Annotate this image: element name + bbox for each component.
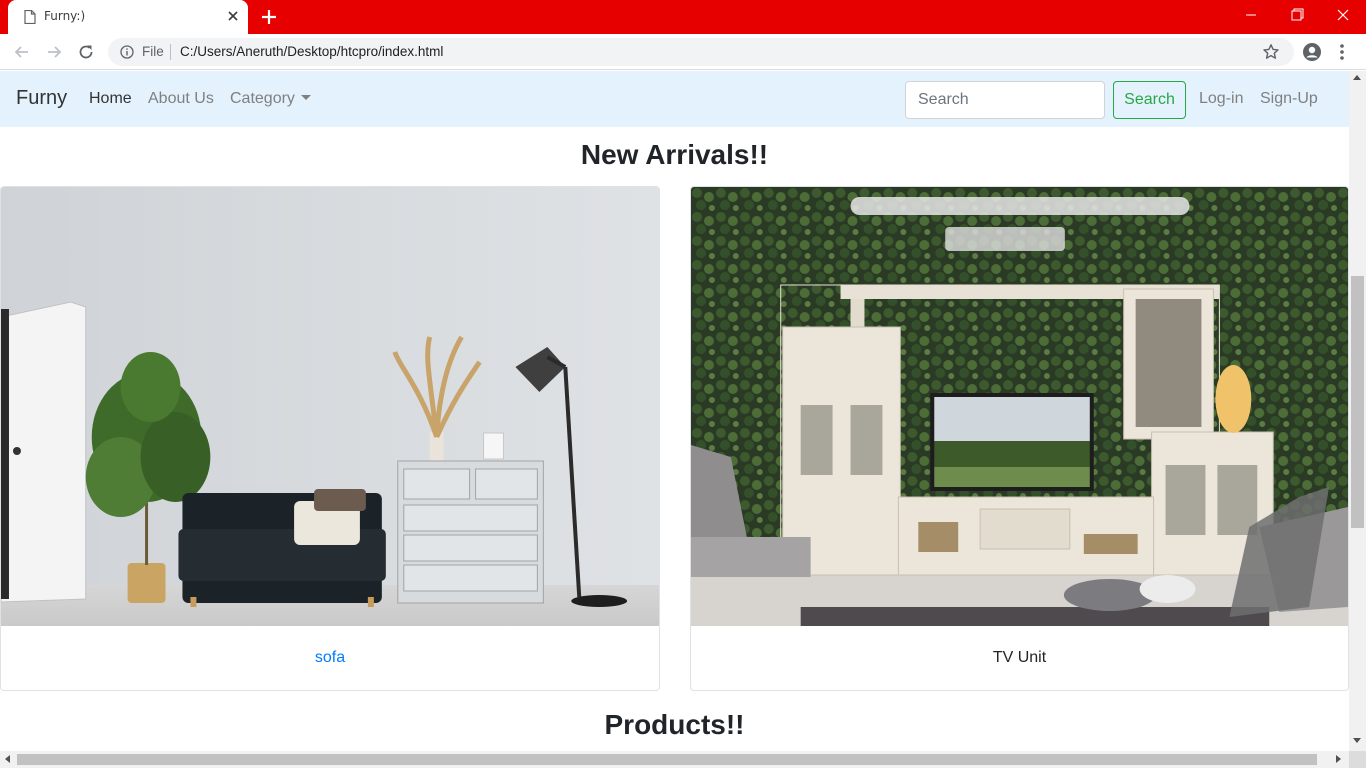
browser-tab[interactable]: Furny:) <box>8 0 248 34</box>
new-arrivals-heading: New Arrivals!! <box>580 139 769 170</box>
brand-logo[interactable]: Furny <box>16 87 67 110</box>
vertical-scroll-thumb[interactable] <box>1351 276 1364 528</box>
product-card-tv-unit[interactable]: TV Unit <box>690 186 1349 691</box>
nav-link-about-us[interactable]: About Us <box>148 90 214 108</box>
address-divider <box>170 44 171 60</box>
horizontal-scroll-thumb[interactable] <box>17 754 1317 765</box>
product-card-sofa[interactable]: sofa <box>0 186 660 691</box>
scroll-right-arrow-icon[interactable] <box>1336 755 1341 763</box>
bookmark-star-icon[interactable] <box>1262 43 1280 61</box>
browser-toolbar: File C:/Users/Aneruth/Desktop/htcpro/ind… <box>0 34 1366 70</box>
scroll-left-arrow-icon[interactable] <box>5 755 10 763</box>
card-caption-area: sofa <box>1 649 659 667</box>
browser-titlebar: Furny:) <box>0 0 1366 34</box>
close-icon[interactable] <box>226 9 240 23</box>
restore-icon[interactable] <box>1274 0 1320 30</box>
forward-arrow-icon[interactable] <box>44 42 64 62</box>
scrollbar-corner <box>1349 751 1366 768</box>
nav-link-home[interactable]: Home <box>89 90 132 108</box>
tab-title: Furny:) <box>44 9 86 23</box>
tv-unit-caption: TV Unit <box>992 649 1047 666</box>
site-navbar: Furny Home About Us Category Search Log-… <box>0 71 1349 127</box>
nav-link-signup[interactable]: Sign-Up <box>1260 90 1318 108</box>
horizontal-scrollbar[interactable] <box>0 751 1349 768</box>
address-url[interactable]: C:/Users/Aneruth/Desktop/htcpro/index.ht… <box>180 44 443 59</box>
card-caption-area: TV Unit <box>691 649 1348 667</box>
more-menu-icon[interactable] <box>1336 42 1348 62</box>
products-heading: Products!! <box>604 709 745 740</box>
address-scheme: File <box>142 44 164 59</box>
nav-link-login[interactable]: Log-in <box>1199 90 1243 108</box>
minimize-icon[interactable] <box>1228 0 1274 30</box>
sofa-link[interactable]: sofa <box>315 649 345 666</box>
scroll-up-arrow-icon[interactable] <box>1353 75 1361 80</box>
reload-icon[interactable] <box>76 42 96 62</box>
new-tab-icon[interactable] <box>260 8 278 26</box>
address-bar[interactable]: File C:/Users/Aneruth/Desktop/htcpro/ind… <box>108 38 1294 66</box>
tv-unit-image <box>691 187 1348 626</box>
page-viewport: Furny Home About Us Category Search Log-… <box>0 71 1349 751</box>
page-icon <box>24 10 36 24</box>
caret-down-icon <box>300 95 311 100</box>
sofa-room-image <box>1 187 659 626</box>
back-arrow-icon[interactable] <box>12 42 32 62</box>
scroll-down-arrow-icon[interactable] <box>1353 738 1361 743</box>
search-input[interactable] <box>905 81 1105 119</box>
search-button[interactable]: Search <box>1113 81 1186 119</box>
category-label: Category <box>230 90 295 107</box>
window-close-icon[interactable] <box>1320 0 1366 30</box>
vertical-scrollbar[interactable] <box>1349 71 1366 751</box>
nav-link-category[interactable]: Category <box>230 90 311 108</box>
info-icon[interactable] <box>120 45 134 59</box>
profile-avatar-icon[interactable] <box>1302 42 1322 62</box>
